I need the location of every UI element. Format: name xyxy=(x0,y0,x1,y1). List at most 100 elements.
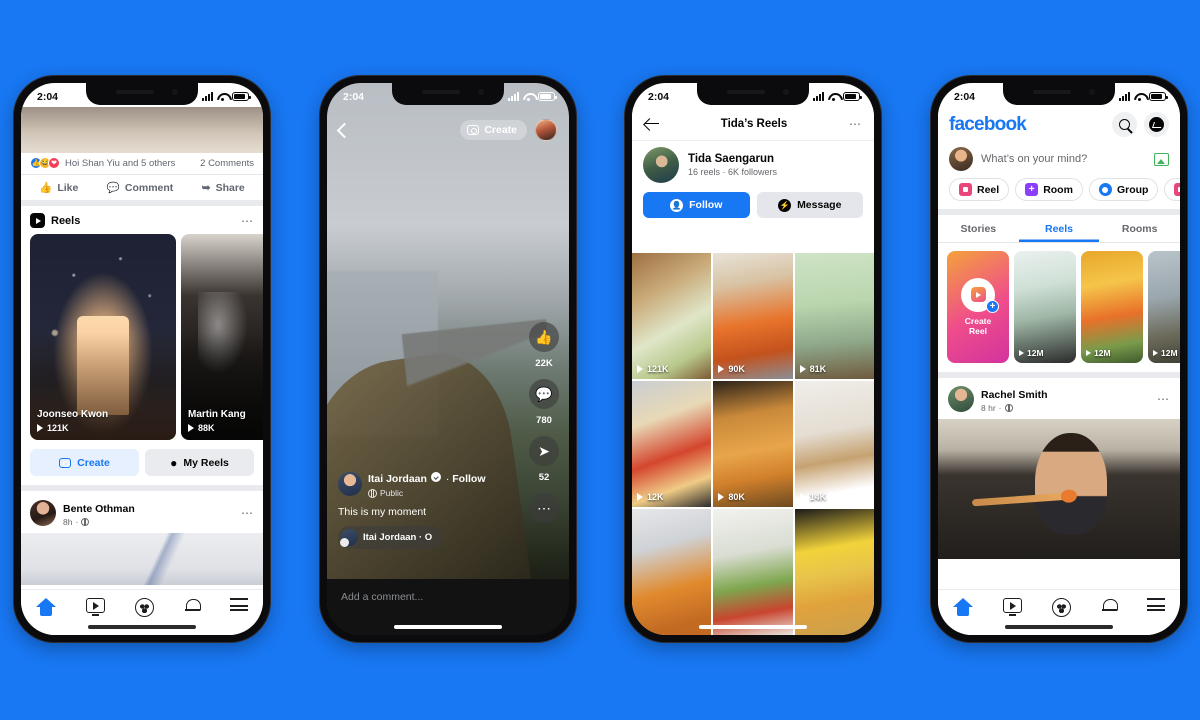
reel-card[interactable]: 12M xyxy=(1148,251,1180,363)
group-label: Group xyxy=(1116,183,1149,196)
avatar[interactable] xyxy=(643,147,679,183)
home-icon[interactable] xyxy=(953,598,974,616)
watch-video-icon[interactable] xyxy=(86,598,106,616)
reel-caption: This is my moment xyxy=(338,506,427,518)
reaction-names[interactable]: Hoi Shan Yiu and 5 others xyxy=(65,158,175,169)
reel-meta: Joonseo Kwon 121K xyxy=(37,409,108,433)
grid-reel-cell[interactable]: 14K xyxy=(794,381,874,507)
avatar[interactable] xyxy=(948,386,974,412)
comment-label: Comment xyxy=(124,181,174,194)
more-options-icon[interactable]: ⋯ xyxy=(1157,393,1170,405)
more-options-icon[interactable]: ⋯ xyxy=(241,507,254,519)
hamburger-menu-icon[interactable] xyxy=(1146,598,1165,611)
tab-reels[interactable]: Reels xyxy=(1019,215,1100,242)
create-reel-card[interactable]: + Create Reel xyxy=(947,251,1009,363)
status-time: 2:04 xyxy=(343,90,365,103)
more-options-icon[interactable]: ⋯ xyxy=(241,215,254,227)
live-shortcut[interactable]: Live xyxy=(1164,178,1180,201)
avatar[interactable] xyxy=(949,147,973,171)
tab-stories[interactable]: Stories xyxy=(938,215,1019,242)
home-icon[interactable] xyxy=(36,598,57,616)
follow-link[interactable]: Follow xyxy=(452,473,485,485)
like-button[interactable]: 👍 Like xyxy=(39,181,79,195)
grid-reel-cell[interactable]: 12K xyxy=(632,381,712,507)
reel-views: 80K xyxy=(718,492,745,502)
feed-post: Rachel Smith 8 hr · ⋯ xyxy=(938,372,1180,559)
reel-card[interactable]: Martin Kang 88K xyxy=(181,234,263,440)
follow-button[interactable]: 👤 Follow xyxy=(643,192,750,218)
hamburger-menu-icon[interactable] xyxy=(229,598,248,611)
post-reactions-row[interactable]: 👍 😂 ❤ Hoi Shan Yiu and 5 others 2 Commen… xyxy=(21,153,263,175)
create-button[interactable]: Create xyxy=(460,120,527,140)
create-reel-button[interactable]: Create xyxy=(30,449,139,476)
reel-views: 12K xyxy=(637,492,664,502)
reel-shortcut[interactable]: Reel xyxy=(949,178,1010,201)
grid-reel-cell[interactable] xyxy=(794,509,874,635)
grid-reel-cell[interactable]: 90K xyxy=(713,253,793,379)
love-reaction-icon: ❤ xyxy=(48,157,60,169)
message-button[interactable]: ⚡ Message xyxy=(756,192,863,218)
post-author[interactable]: Rachel Smith xyxy=(981,389,1048,401)
like-button[interactable]: 👍 xyxy=(529,322,559,352)
message-label: Message xyxy=(797,199,842,211)
post-image[interactable] xyxy=(938,419,1180,559)
grid-reel-cell[interactable] xyxy=(632,509,712,635)
back-arrow-icon[interactable] xyxy=(644,116,659,131)
messenger-button[interactable] xyxy=(1144,112,1169,137)
tab-rooms[interactable]: Rooms xyxy=(1099,215,1180,242)
room-shortcut[interactable]: Room xyxy=(1015,178,1083,201)
reels-icon xyxy=(30,213,45,228)
comment-button[interactable]: 💬 xyxy=(529,379,559,409)
reel-card[interactable]: 12M xyxy=(1081,251,1143,363)
reels-tray[interactable]: + Create Reel 12M 12M 12M xyxy=(938,243,1180,372)
bell-icon[interactable] xyxy=(1101,598,1118,614)
grid-reel-cell[interactable]: 81K xyxy=(794,253,874,379)
grid-reel-cell[interactable] xyxy=(713,509,793,635)
reel-info-overlay: Itai Jordaan · Follow Public This is my … xyxy=(338,469,513,551)
privacy-label: Public xyxy=(380,488,404,498)
avatar[interactable] xyxy=(338,471,362,496)
home-indicator xyxy=(699,625,807,629)
comment-button[interactable]: 💬 Comment xyxy=(106,181,174,195)
comment-input-placeholder[interactable]: Add a comment... xyxy=(341,591,423,603)
comment-bubble-icon: 💬 xyxy=(106,182,120,194)
share-button[interactable]: ➥ Share xyxy=(202,182,245,194)
person-region xyxy=(1034,433,1108,534)
like-label: Like xyxy=(57,181,79,194)
reel-author-name[interactable]: Itai Jordaan xyxy=(368,473,427,485)
post-author[interactable]: Bente Othman xyxy=(63,503,135,515)
phone-1-screen: 2:04 👍 😂 ❤ Hoi Shan Yiu and 5 others 2 C… xyxy=(21,83,263,635)
reel-views: 90K xyxy=(718,364,745,374)
status-composer[interactable]: What’s on your mind? xyxy=(938,143,1180,178)
comments-count[interactable]: 2 Comments xyxy=(200,158,254,169)
back-chevron-icon[interactable] xyxy=(336,122,353,138)
app-header: facebook xyxy=(938,107,1180,143)
more-options-icon[interactable]: ⋯ xyxy=(849,118,862,130)
reel-card[interactable]: Joonseo Kwon 121K xyxy=(30,234,176,440)
composer-placeholder[interactable]: What’s on your mind? xyxy=(981,153,1146,165)
facebook-logo: facebook xyxy=(949,113,1027,135)
bell-icon[interactable] xyxy=(184,598,201,614)
my-reels-button[interactable]: ● My Reels xyxy=(145,449,254,476)
audio-attribution[interactable]: Itai Jordaan · O xyxy=(338,526,443,549)
search-button[interactable] xyxy=(1112,112,1137,137)
avatar[interactable] xyxy=(30,500,56,526)
previous-post-image xyxy=(21,107,263,153)
watch-video-icon[interactable] xyxy=(1003,598,1023,616)
more-options-icon[interactable]: ⋯ xyxy=(529,493,559,523)
groups-icon[interactable] xyxy=(1052,598,1072,617)
play-icon xyxy=(188,424,194,432)
grid-reel-cell[interactable]: 80K xyxy=(713,381,793,507)
groups-icon[interactable] xyxy=(135,598,155,617)
play-icon xyxy=(1153,350,1158,356)
group-shortcut[interactable]: Group xyxy=(1088,178,1159,201)
profile-avatar[interactable] xyxy=(535,119,557,141)
photo-gallery-icon[interactable] xyxy=(1154,152,1169,166)
composer-shortcuts: Reel Room Group Live xyxy=(938,178,1180,209)
profile-stats: 16 reels · 6K followers xyxy=(688,167,778,177)
share-button[interactable]: ➤ xyxy=(529,436,559,466)
reel-card[interactable]: 12M xyxy=(1014,251,1076,363)
reels-carousel[interactable]: Joonseo Kwon 121K Martin Kang 88K xyxy=(21,234,263,440)
grid-reel-cell[interactable]: 121K xyxy=(632,253,712,379)
post-image xyxy=(21,533,263,585)
